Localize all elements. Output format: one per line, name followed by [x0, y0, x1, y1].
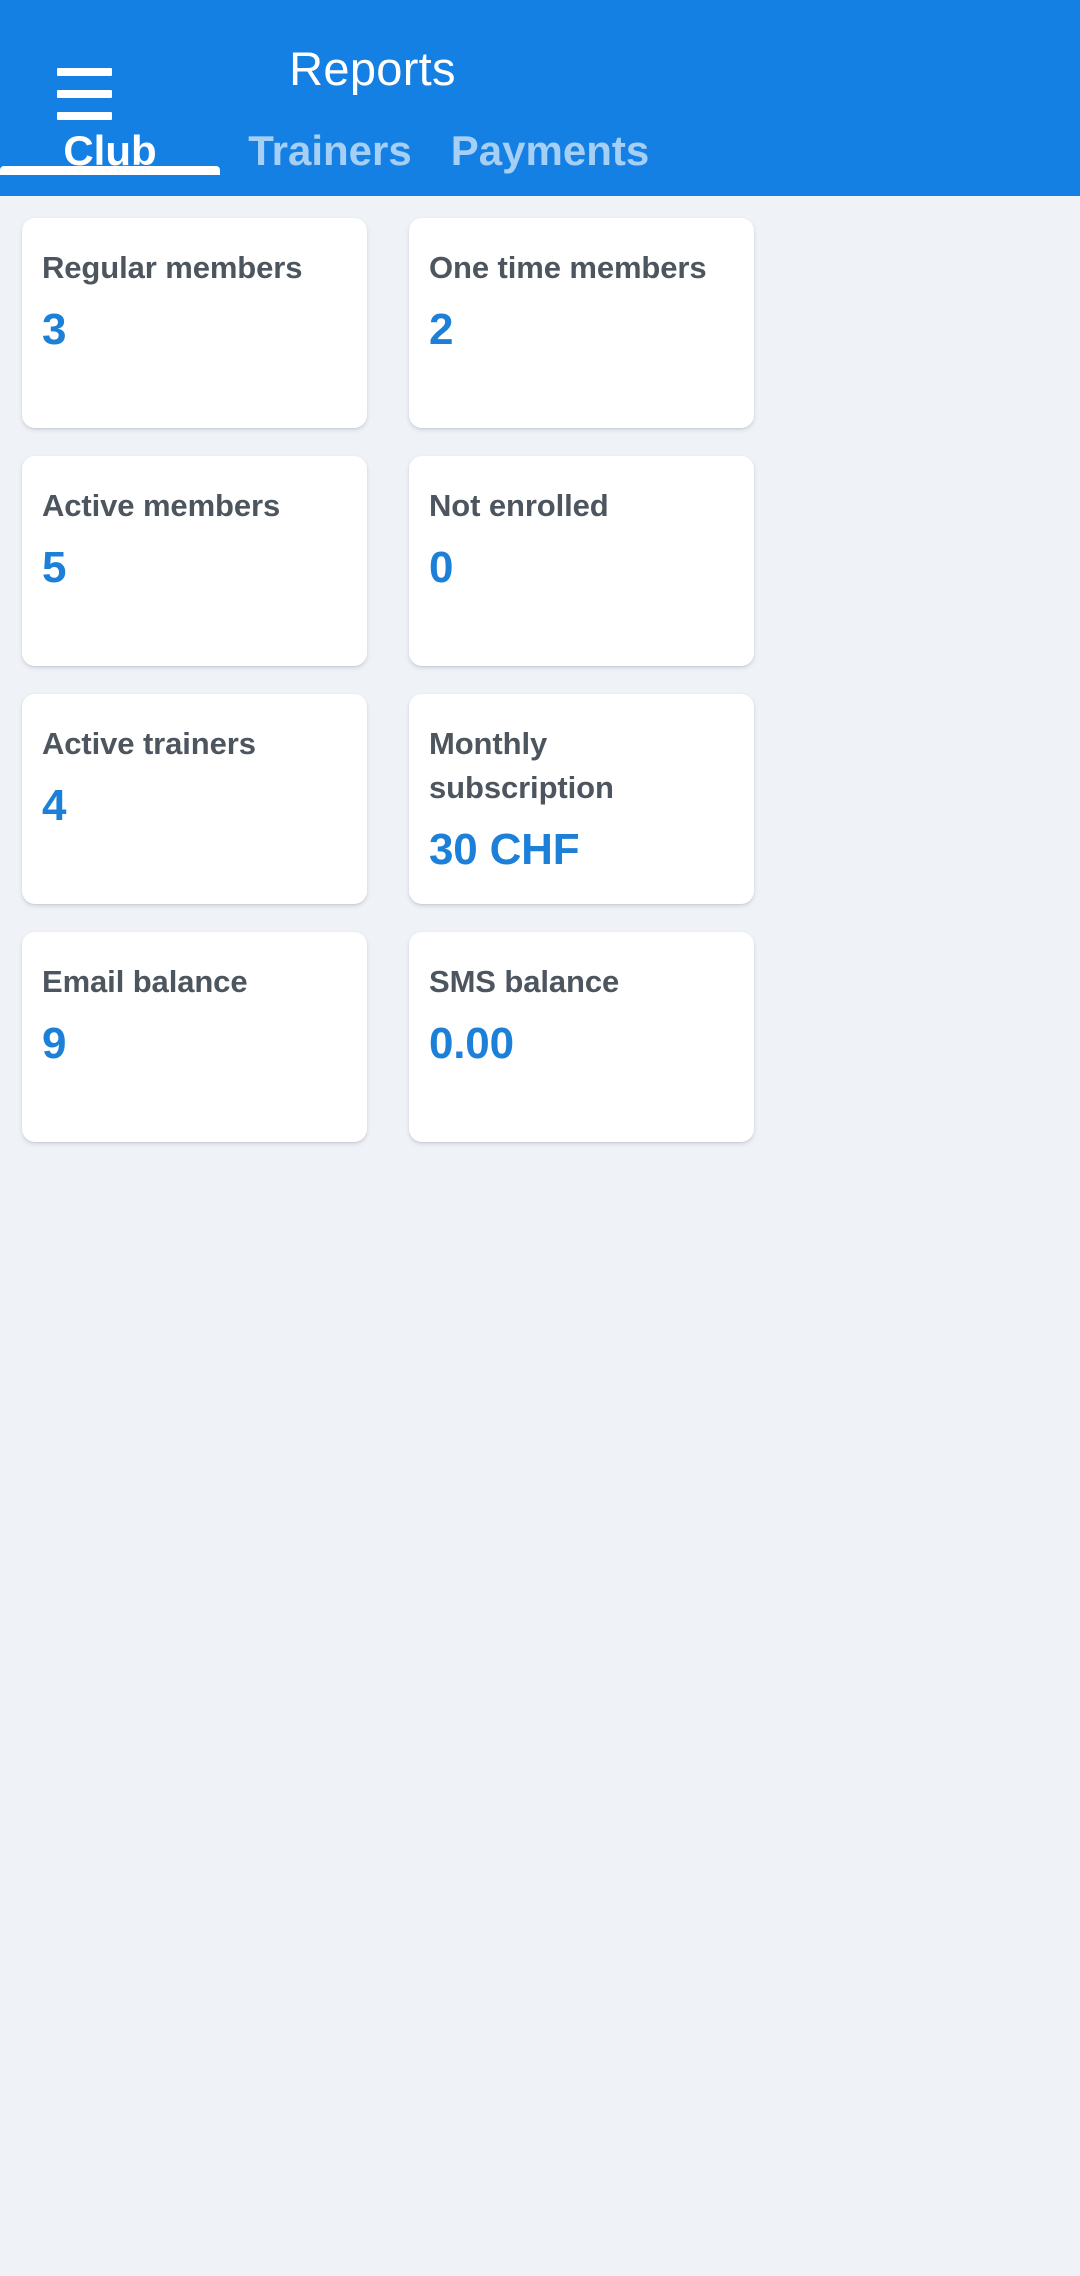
stat-card-regular-members[interactable]: Regular members 3: [22, 218, 367, 428]
stat-card-one-time-members[interactable]: One time members 2: [409, 218, 754, 428]
stat-card-value: 30 CHF: [429, 825, 580, 874]
stat-card-label: Monthly subscription: [429, 726, 614, 805]
stat-card-value: 0.00: [429, 1019, 514, 1068]
tab-club[interactable]: Club: [0, 127, 220, 175]
tab-payments[interactable]: Payments: [440, 127, 660, 175]
stat-card-label: SMS balance: [429, 964, 620, 999]
stat-card-label: Email balance: [42, 964, 248, 999]
stat-card-label: Active trainers: [42, 726, 256, 761]
app-bar: Reports Club Trainers Payments: [0, 0, 1080, 196]
app-root: Reports Club Trainers Payments Regular m…: [0, 0, 1080, 2276]
stat-card-active-trainers[interactable]: Active trainers 4: [22, 694, 367, 904]
stat-card-value: 5: [42, 543, 67, 592]
tab-trainers[interactable]: Trainers: [220, 127, 440, 175]
stat-card-grid: Regular members 3 One time members 2 Act…: [22, 218, 1058, 1142]
tab-trainers-label: Trainers: [248, 127, 412, 174]
stat-card-label: One time members: [429, 250, 707, 285]
stat-card-sms-balance[interactable]: SMS balance 0.00: [409, 932, 754, 1142]
stat-card-value: 0: [429, 543, 454, 592]
stat-card-label: Not enrolled: [429, 488, 609, 523]
stat-card-email-balance[interactable]: Email balance 9: [22, 932, 367, 1142]
stat-card-value: 2: [429, 305, 454, 354]
stat-card-value: 4: [42, 781, 67, 830]
tab-active-indicator: [0, 166, 220, 175]
stat-card-label: Regular members: [42, 250, 303, 285]
reports-content: Regular members 3 One time members 2 Act…: [0, 196, 1080, 2276]
page-title: Reports: [289, 42, 456, 95]
stat-card-label: Active members: [42, 488, 281, 523]
stat-card-value: 9: [42, 1019, 67, 1068]
tab-payments-label: Payments: [450, 127, 650, 174]
stat-card-value: 3: [42, 305, 67, 354]
stat-card-not-enrolled[interactable]: Not enrolled 0: [409, 456, 754, 666]
stat-card-monthly-subscription[interactable]: Monthly subscription 30 CHF: [409, 694, 754, 904]
tab-bar: Club Trainers Payments: [0, 106, 1080, 196]
stat-card-active-members[interactable]: Active members 5: [22, 456, 367, 666]
